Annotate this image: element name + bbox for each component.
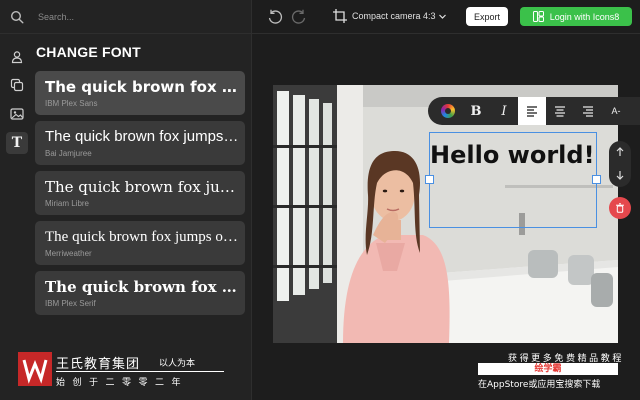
top-bar: Compact camera 4:3 Export Login with Ico… [252,0,640,34]
font-sample: The quick brown fox jumps over the lazy … [45,128,239,145]
italic-button[interactable]: I [490,97,518,125]
resize-handle-right[interactable] [592,175,601,184]
font-sample: The quick brown fox jumps over the lazy … [45,178,239,196]
camera-ratio[interactable]: 4:3 [423,11,436,21]
camera-crop-icon[interactable] [332,8,348,24]
rail-text-button[interactable]: T [6,132,28,154]
export-button[interactable]: Export [466,7,508,26]
search-input[interactable] [38,11,218,22]
rail-person-button[interactable] [6,46,28,68]
resize-handle-left[interactable] [425,175,434,184]
color-wheel-icon [441,104,455,118]
align-left-icon [527,106,537,117]
wangshi-logo-icon [18,352,52,386]
align-left-button[interactable] [518,97,546,125]
text-icon: T [11,135,23,151]
chevron-down-icon[interactable] [438,12,447,21]
login-label: Login with Icons8 [549,11,620,22]
canvas-text[interactable]: Hello world! [430,141,595,169]
font-option-miriam-libre[interactable]: The quick brown fox jumps over the lazy … [35,171,245,215]
text-toolbar: B I A- [428,97,640,125]
redo-icon[interactable] [290,8,308,26]
arrow-down-icon[interactable] [614,169,626,181]
font-name: Bai Jamjuree [45,149,92,158]
font-sample: The quick brown fox jumps over the lazy … [45,229,239,245]
watermark-left: 王氏教育集团 以人为本 始创于二零零二年 [18,352,224,392]
watermark-name: 王氏教育集团 [56,357,141,372]
font-name: IBM Plex Sans [45,99,98,108]
search-icon [10,10,24,24]
search-bar [0,0,252,34]
arrow-up-icon[interactable] [614,146,626,158]
rail-image-button[interactable] [6,103,28,125]
font-option-merriweather[interactable]: The quick brown fox jumps over the lazy … [35,221,245,265]
login-button[interactable]: Login with Icons8 [520,7,632,26]
watermark-slogan: 以人为本 [159,359,196,369]
align-center-button[interactable] [546,97,574,125]
panel-title: CHANGE FONT [36,44,141,60]
font-option-ibm-plex-sans[interactable]: The quick brown fox jumps over the lazy … [35,71,245,115]
font-sample: The quick brown fox jumps over the lazy … [45,278,239,296]
font-name: IBM Plex Serif [45,299,96,308]
camera-label[interactable]: Compact camera [352,11,421,21]
sidebar: T CHANGE FONT The quick brown fox jumps … [0,0,252,400]
image-icon [10,108,24,120]
person-icon [11,51,23,64]
color-picker-button[interactable] [434,97,462,125]
font-name: Merriweather [45,249,92,258]
align-center-icon [555,106,565,117]
font-sample: The quick brown fox jumps over the lazy … [45,78,239,96]
align-right-icon [583,106,593,117]
text-layer-box[interactable]: Hello world! [425,132,601,228]
icons8-logo-icon [532,11,544,22]
tool-rail: T [0,34,32,400]
font-name: Miriam Libre [45,199,90,208]
watermark-right: 获得更多免费精品教程 绘学霸 在AppStore或应用宝搜索下载 [470,350,630,394]
undo-icon[interactable] [266,8,284,26]
align-right-button[interactable] [574,97,602,125]
watermark-sub: 始创于二零零二年 [56,378,189,388]
delete-layer-button[interactable] [609,197,631,219]
layers-icon [10,78,24,92]
font-size-button[interactable]: A- [602,97,630,125]
bold-button[interactable]: B [462,97,490,125]
watermark-divider [56,371,224,372]
watermark-right-line2: 绘学霸 [478,363,618,375]
font-option-bai-jamjuree[interactable]: The quick brown fox jumps over the lazy … [35,121,245,165]
rail-layers-button[interactable] [6,74,28,96]
layer-order-control [609,141,631,187]
font-option-ibm-plex-serif[interactable]: The quick brown fox jumps over the lazy … [35,271,245,315]
trash-icon [616,203,624,213]
watermark-right-line3: 在AppStore或应用宝搜索下载 [478,380,601,390]
